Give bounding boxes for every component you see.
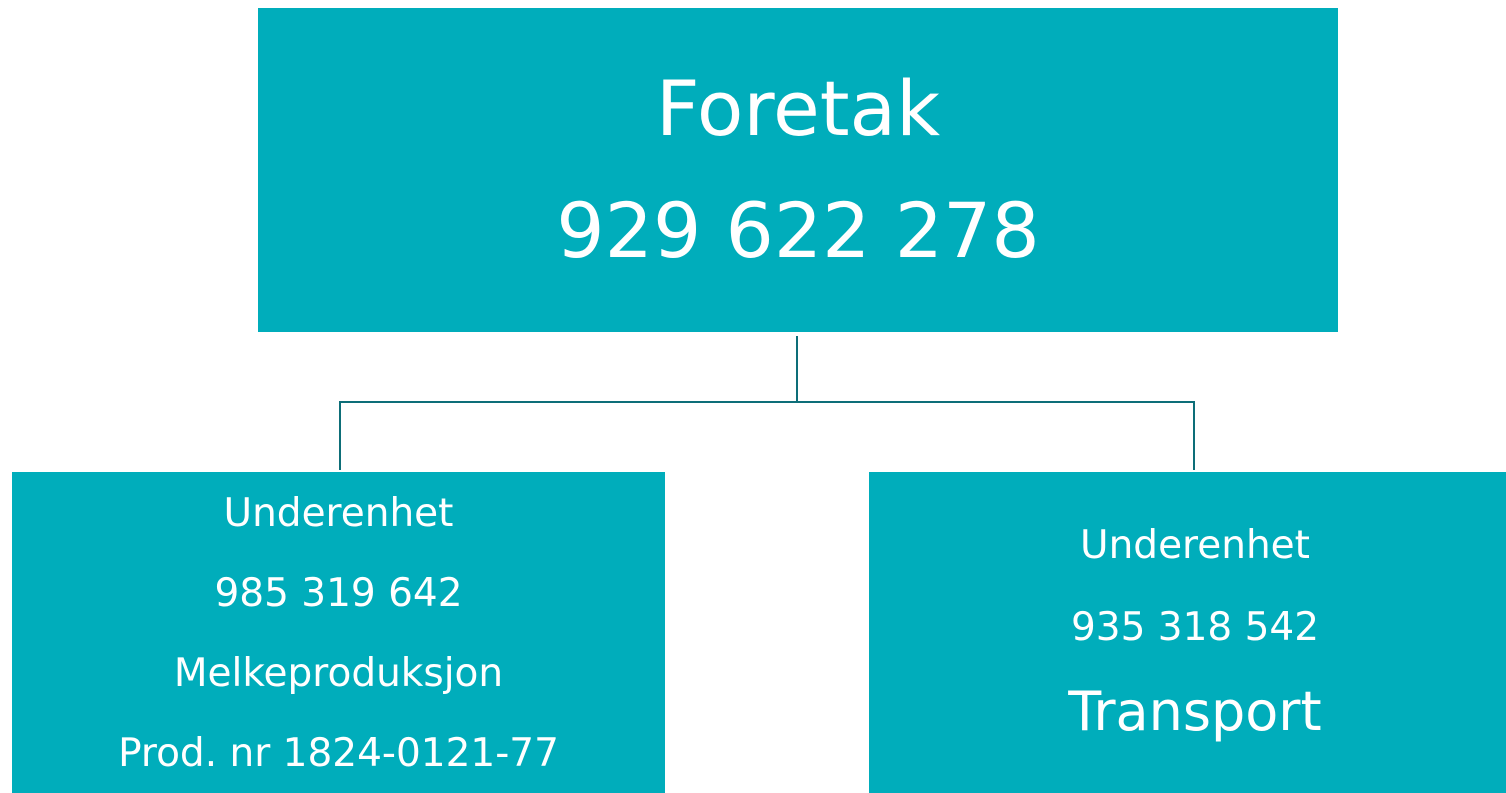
child-description: Transport [1068, 680, 1322, 743]
child-description: Melkeproduksjon [173, 651, 504, 696]
parent-org-number: 929 622 278 [556, 186, 1040, 275]
child-node-melkeproduksjon: Underenhet 985 319 642 Melkeproduksjon P… [12, 472, 665, 793]
child-title: Underenhet [1080, 523, 1310, 568]
child-org-number: 935 318 542 [1070, 605, 1320, 650]
child-title: Underenhet [223, 491, 454, 536]
child-production-number: Prod. nr 1824-0121-77 [118, 731, 559, 776]
child-org-number: 985 319 642 [214, 571, 463, 616]
parent-title: Foretak [655, 64, 941, 153]
child-node-transport: Underenhet 935 318 542 Transport [869, 472, 1506, 793]
parent-node-foretak: Foretak 929 622 278 [258, 8, 1338, 332]
